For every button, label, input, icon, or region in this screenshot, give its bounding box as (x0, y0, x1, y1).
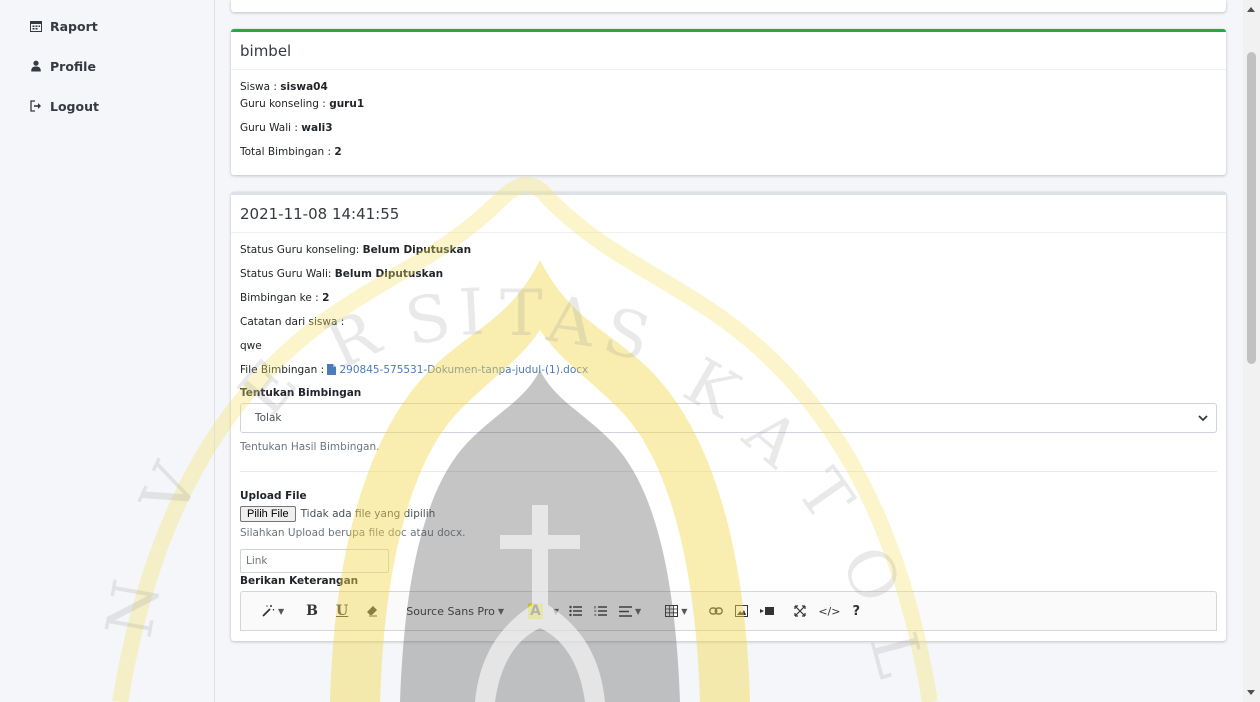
scroll-down-arrow[interactable] (1247, 690, 1255, 695)
text-color-button[interactable]: A (522, 598, 549, 624)
tentukan-select[interactable]: Tolak (240, 403, 1217, 433)
main-content: bimbel Siswa : siswa04 Guru konseling : … (231, 0, 1226, 641)
chevron-down-icon (1198, 414, 1208, 421)
guru-wali-line: Guru Wali : wali3 (240, 122, 333, 134)
underline-button[interactable]: U (330, 598, 354, 624)
user-icon (31, 60, 41, 72)
guru-konseling-line: Guru konseling : guru1 (240, 98, 365, 110)
file-bimbingan-link[interactable]: 290845-575531-Dokumen-tanpa-judul-(1).do… (339, 364, 588, 376)
eraser-button[interactable] (360, 598, 384, 624)
editor-toolbar: ▼ B U Source Sans Pro ▼ A ▼ ▼ ▼ </> ? (240, 591, 1217, 631)
file-status: Tidak ada file yang dipilih (300, 508, 436, 520)
table-dropdown[interactable]: ▼ (659, 598, 693, 624)
tentukan-selected-value: Tolak (255, 412, 282, 424)
link-button[interactable] (703, 598, 729, 624)
picture-icon (735, 605, 749, 617)
fullscreen-icon (794, 605, 806, 617)
scroll-up-arrow[interactable] (1247, 7, 1255, 12)
link-input[interactable] (240, 549, 389, 573)
bimbingan-ke-value: 2 (322, 292, 330, 304)
sidebar-item-label: Logout (50, 98, 99, 114)
previous-card-bottom (231, 0, 1226, 12)
vertical-scrollbar[interactable] (1243, 0, 1260, 702)
text-color-icon: A (528, 603, 543, 619)
unordered-list-button[interactable] (563, 598, 588, 624)
tentukan-label: Tentukan Bimbingan (240, 387, 362, 399)
tentukan-help: Tentukan Hasil Bimbingan. (240, 441, 380, 453)
bimbingan-ke-line: Bimbingan ke : 2 (240, 292, 330, 304)
session-timestamp: 2021-11-08 14:41:55 (231, 195, 1226, 233)
file-icon (327, 364, 337, 375)
guru-konseling-value: guru1 (329, 98, 365, 110)
status-konseling-line: Status Guru konseling: Belum Diputuskan (240, 244, 472, 256)
catatan-label: Catatan dari siswa : (240, 316, 345, 328)
status-wali-value: Belum Diputuskan (334, 268, 444, 280)
video-icon (760, 607, 775, 615)
picture-button[interactable] (729, 598, 754, 624)
paragraph-dropdown[interactable]: ▼ (613, 598, 647, 624)
sidebar-item-label: Profile (50, 58, 96, 74)
status-wali-line: Status Guru Wali: Belum Diputuskan (240, 268, 444, 280)
unordered-list-icon (569, 605, 583, 617)
file-bimbingan-line: File Bimbingan : 290845-575531-Dokumen-t… (240, 364, 589, 376)
bold-button[interactable]: B (300, 598, 324, 624)
upload-help: Silahkan Upload berupa file doc atau doc… (240, 527, 466, 539)
align-icon (619, 605, 633, 617)
eraser-icon (367, 606, 378, 617)
table-icon (665, 605, 679, 617)
help-button[interactable]: ? (846, 598, 866, 624)
siswa-line: Siswa : siswa04 (240, 81, 328, 93)
code-view-button[interactable]: </> (812, 598, 846, 624)
sidebar-item-raport[interactable]: Raport (0, 6, 214, 46)
scroll-thumb[interactable] (1247, 52, 1256, 364)
session-card: 2021-11-08 14:41:55 Status Guru konselin… (231, 192, 1226, 641)
sign-out-icon (30, 100, 41, 112)
calendar-icon (30, 21, 42, 32)
magic-wand-icon (262, 605, 275, 617)
siswa-value: siswa04 (280, 81, 328, 93)
sidebar-item-profile[interactable]: Profile (0, 46, 214, 86)
text-color-dropdown[interactable]: ▼ (549, 598, 563, 624)
font-name-dropdown[interactable]: Source Sans Pro ▼ (400, 598, 510, 624)
status-konseling-value: Belum Diputuskan (362, 244, 472, 256)
video-button[interactable] (754, 598, 780, 624)
sidebar-item-logout[interactable]: Logout (0, 86, 214, 126)
fullscreen-button[interactable] (788, 598, 812, 624)
divider (240, 471, 1217, 472)
link-icon (709, 607, 724, 615)
bimbel-card: bimbel Siswa : siswa04 Guru konseling : … (231, 29, 1226, 175)
file-input[interactable]: Pilih File Tidak ada file yang dipilih (240, 506, 1217, 522)
catatan-value: qwe (240, 340, 262, 352)
total-bimbingan-value: 2 (334, 146, 342, 158)
choose-file-button[interactable]: Pilih File (240, 506, 296, 522)
upload-label: Upload File (240, 490, 307, 502)
style-dropdown[interactable]: ▼ (255, 598, 290, 624)
ordered-list-icon (594, 606, 608, 616)
sidebar: Raport Profile Logout (0, 0, 215, 702)
guru-wali-value: wali3 (301, 122, 333, 134)
ordered-list-button[interactable] (588, 598, 613, 624)
card-title: bimbel (231, 32, 1226, 70)
keterangan-label: Berikan Keterangan (240, 575, 359, 587)
sidebar-item-label: Raport (50, 18, 98, 34)
total-bimbingan-line: Total Bimbingan : 2 (240, 146, 342, 158)
font-name-label: Source Sans Pro (406, 604, 495, 618)
